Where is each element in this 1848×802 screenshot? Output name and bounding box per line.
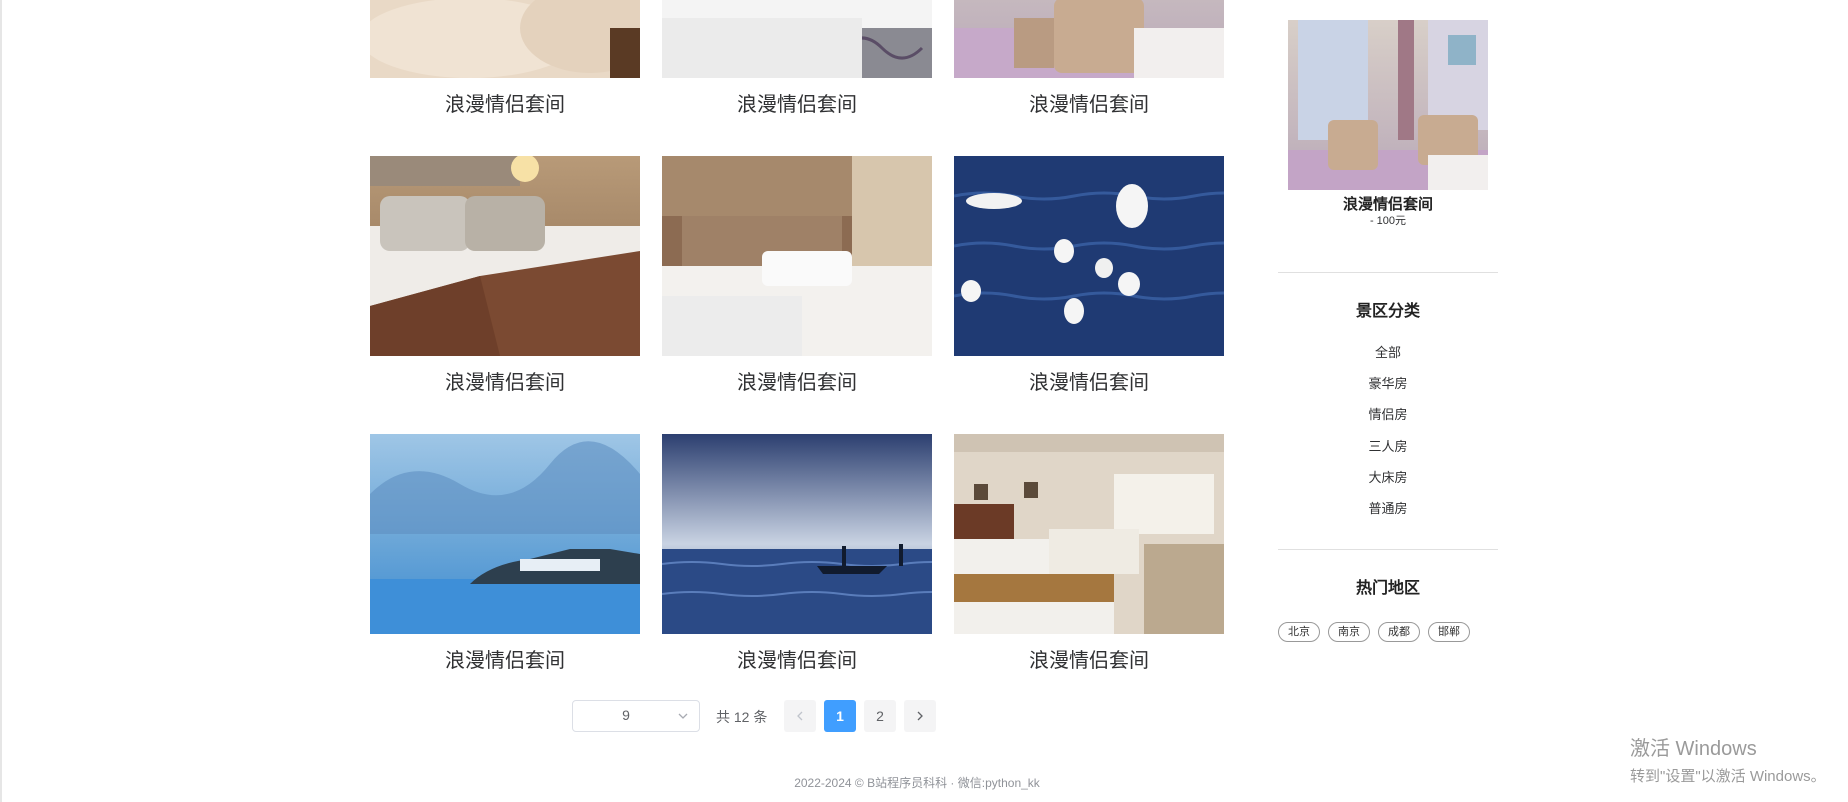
chevron-down-icon [678,713,688,719]
category-item-king[interactable]: 大床房 [1278,467,1498,486]
category-item-couple[interactable]: 情侣房 [1278,404,1498,423]
page-left-border [0,0,2,802]
region-tag[interactable]: 邯郸 [1428,622,1470,642]
region-tag[interactable]: 北京 [1278,622,1320,642]
chevron-right-icon [917,711,923,721]
category-item-all[interactable]: 全部 [1278,342,1498,361]
prev-page-button[interactable] [784,700,816,732]
room-card[interactable]: 浪漫情侣套间 [954,434,1224,672]
category-section-title: 景区分类 [1355,303,1420,320]
room-card[interactable]: 浪漫情侣套间 [370,156,640,394]
divider [1278,549,1498,550]
room-card[interactable]: 浪漫情侣套间 [370,434,640,672]
room-title[interactable]: 浪漫情侣套间 [370,92,640,118]
region-tag[interactable]: 南京 [1328,622,1370,642]
room-title[interactable]: 浪漫情侣套间 [954,370,1224,396]
room-title[interactable]: 浪漫情侣套间 [370,370,640,396]
room-title[interactable]: 浪漫情侣套间 [954,648,1224,674]
region-tag[interactable]: 成都 [1378,622,1420,642]
room-title[interactable]: 浪漫情侣套间 [954,92,1224,118]
room-card[interactable]: 浪漫情侣套间 [954,156,1224,394]
page-size-value: 9 [622,707,630,723]
featured-room-image[interactable] [1288,20,1488,190]
room-title[interactable]: 浪漫情侣套间 [662,648,932,674]
watermark-subtitle: 转到"设置"以激活 Windows。 [1630,768,1826,785]
footer-text: 2022-2024 © B站程序员科科 · 微信:python_kk [794,776,1040,790]
divider [1278,272,1498,273]
watermark-title: 激活 Windows [1630,738,1757,760]
footer: 2022-2024 © B站程序员科科 · 微信:python_kk [0,774,1848,791]
next-page-button[interactable] [904,700,936,732]
room-image[interactable] [370,434,640,634]
room-image[interactable] [662,156,932,356]
page-button[interactable]: 1 [824,700,856,732]
room-title[interactable]: 浪漫情侣套间 [370,648,640,674]
category-item-standard[interactable]: 普通房 [1278,498,1498,517]
room-card[interactable]: 浪漫情侣套间 [954,0,1224,116]
room-image[interactable] [954,156,1224,356]
page-button[interactable]: 2 [864,700,896,732]
room-title[interactable]: 浪漫情侣套间 [662,370,932,396]
room-image[interactable] [370,156,640,356]
room-image[interactable] [662,0,932,78]
category-item-triple[interactable]: 三人房 [1278,436,1498,455]
windows-activation-watermark: 激活 Windows 转到"设置"以激活 Windows。 [1630,732,1826,786]
room-card[interactable]: 浪漫情侣套间 [662,434,932,672]
room-image[interactable] [662,434,932,634]
region-section-title: 热门地区 [1355,580,1420,597]
total-count: 共 12 条 [716,709,768,725]
room-card[interactable]: 浪漫情侣套间 [662,156,932,394]
room-card[interactable]: 浪漫情侣套间 [662,0,932,116]
room-image[interactable] [370,0,640,78]
room-image[interactable] [954,434,1224,634]
room-title[interactable]: 浪漫情侣套间 [662,92,932,118]
featured-room-name[interactable]: 浪漫情侣套间 [1278,193,1498,214]
room-card[interactable]: 浪漫情侣套间 [370,0,640,116]
page-size-select[interactable]: 9 [572,700,700,732]
room-image[interactable] [954,0,1224,78]
category-item-luxury[interactable]: 豪华房 [1278,373,1498,392]
featured-room-price: - 100元 [1369,215,1407,227]
chevron-left-icon [797,711,803,721]
